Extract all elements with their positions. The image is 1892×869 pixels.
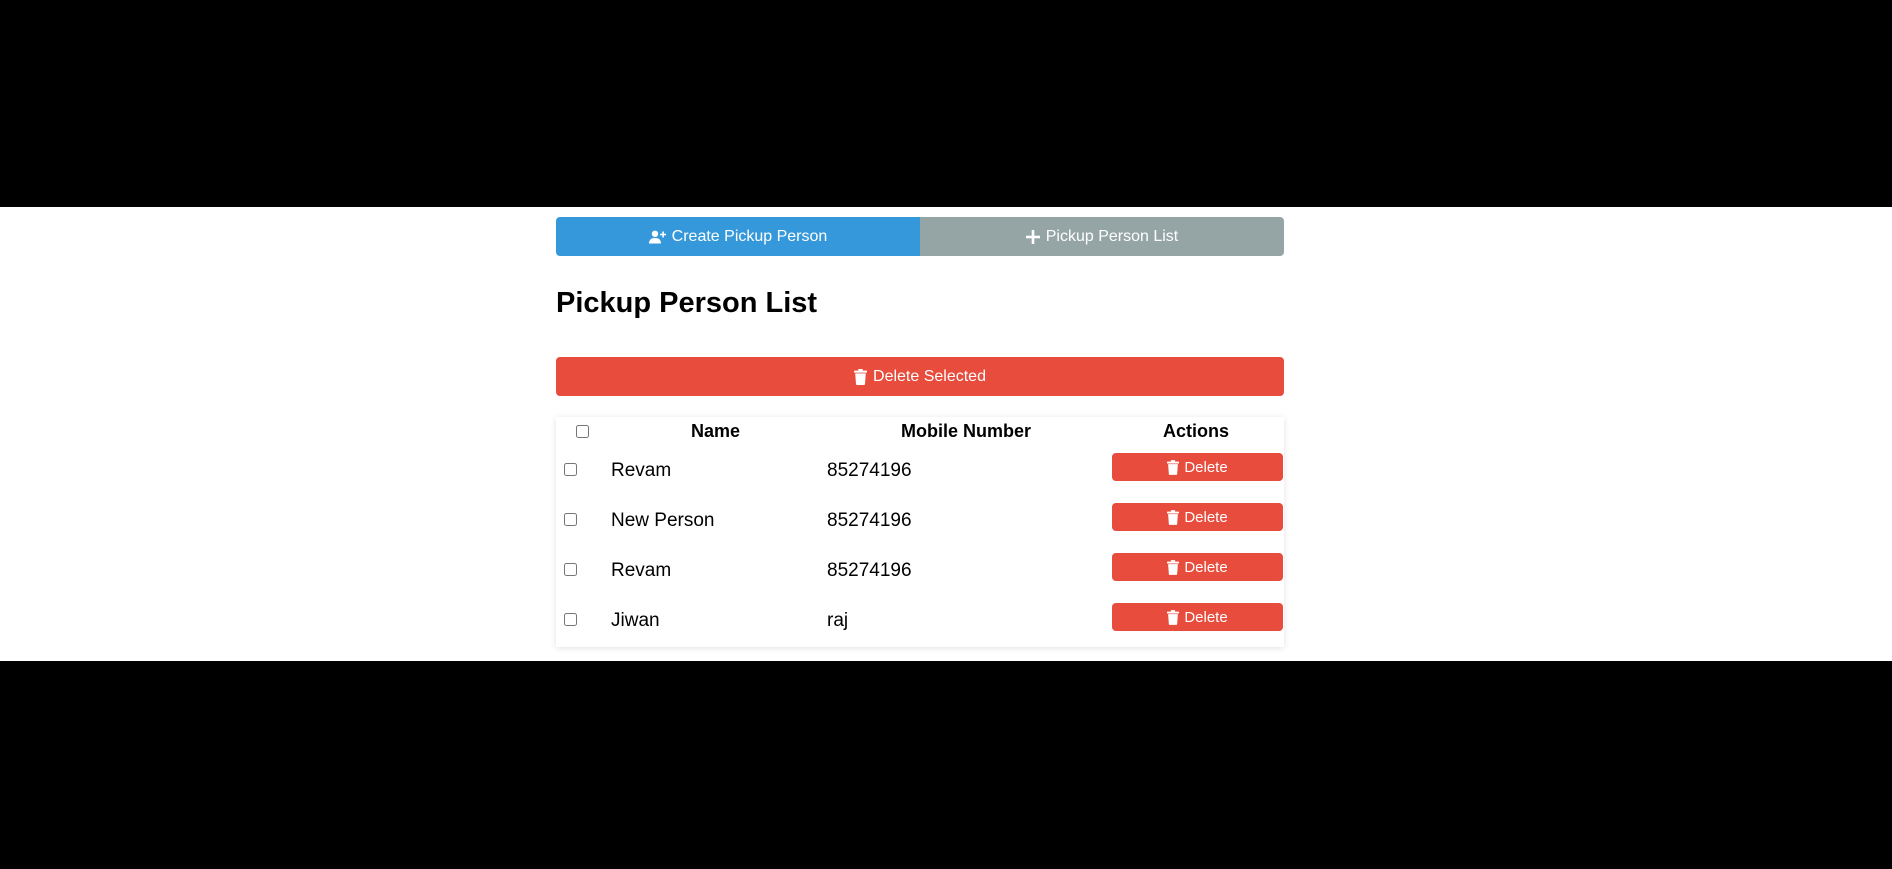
table-row: Revam 85274196 Delete <box>556 548 1284 598</box>
pickup-person-table: Name Mobile Number Actions Revam 8527419… <box>556 417 1284 647</box>
row-delete-label: Delete <box>1184 508 1228 526</box>
trash-icon <box>854 368 868 385</box>
plus-icon <box>1025 229 1040 244</box>
row-name: New Person <box>611 510 715 531</box>
row-mobile: 85274196 <box>827 560 912 581</box>
row-checkbox[interactable] <box>564 613 577 626</box>
row-checkbox[interactable] <box>564 463 577 476</box>
row-delete-button[interactable]: Delete <box>1112 503 1283 531</box>
create-pickup-person-tab[interactable]: Create Pickup Person <box>556 217 920 256</box>
name-column-header: Name <box>690 421 741 441</box>
trash-icon <box>1167 459 1180 475</box>
row-checkbox[interactable] <box>564 563 577 576</box>
row-delete-button[interactable]: Delete <box>1112 603 1283 631</box>
delete-selected-button[interactable]: Delete Selected <box>556 357 1284 396</box>
mobile-column-header: Mobile Number <box>900 421 1031 441</box>
row-delete-label: Delete <box>1184 458 1228 476</box>
create-pickup-person-label: Create Pickup Person <box>671 227 828 245</box>
row-mobile: 85274196 <box>827 510 912 531</box>
row-mobile: 85274196 <box>827 460 912 481</box>
row-name: Revam <box>611 560 672 581</box>
trash-icon <box>1167 559 1180 575</box>
row-name: Revam <box>611 460 672 481</box>
trash-icon <box>1167 509 1180 525</box>
row-delete-label: Delete <box>1184 608 1228 626</box>
pickup-person-list-tab[interactable]: Pickup Person List <box>920 217 1284 256</box>
actions-column-header: Actions <box>1162 421 1229 441</box>
row-delete-button[interactable]: Delete <box>1112 553 1283 581</box>
table-row: New Person 85274196 Delete <box>556 498 1284 548</box>
row-mobile: raj <box>827 610 849 631</box>
table-row: Jiwan raj Delete <box>556 598 1284 648</box>
pickup-person-list-label: Pickup Person List <box>1045 227 1179 245</box>
row-name: Jiwan <box>611 610 660 631</box>
row-delete-label: Delete <box>1184 558 1228 576</box>
row-delete-button[interactable]: Delete <box>1112 453 1283 481</box>
row-checkbox[interactable] <box>564 513 577 526</box>
page-title: Pickup Person List <box>556 287 818 319</box>
select-all-checkbox[interactable] <box>576 425 589 438</box>
tab-bar: Create Pickup Person Pickup Person List <box>556 217 1284 256</box>
table-row: Revam 85274196 Delete <box>556 448 1284 498</box>
table-header-row: Name Mobile Number Actions <box>556 417 1284 445</box>
page-viewport: Create Pickup Person Pickup Person List … <box>0 207 1892 661</box>
delete-selected-label: Delete Selected <box>873 367 986 385</box>
user-plus-icon <box>648 230 666 244</box>
trash-icon <box>1167 609 1180 625</box>
